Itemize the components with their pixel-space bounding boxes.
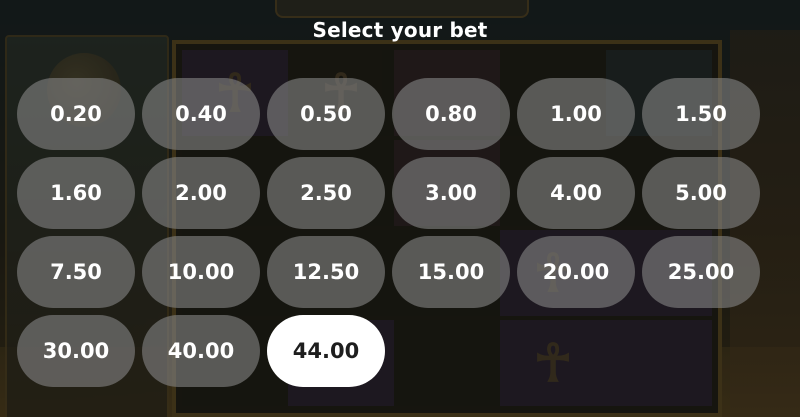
bet-option-button[interactable]: 4.00 bbox=[517, 157, 635, 229]
bet-option-button[interactable]: 44.00 bbox=[267, 315, 385, 387]
bet-option-button[interactable]: 5.00 bbox=[642, 157, 760, 229]
bet-option-button[interactable]: 1.60 bbox=[17, 157, 135, 229]
bet-option-button[interactable]: 12.50 bbox=[267, 236, 385, 308]
bet-option-button[interactable]: 0.40 bbox=[142, 78, 260, 150]
bet-option-button[interactable]: 30.00 bbox=[17, 315, 135, 387]
bet-selector-title: Select your bet bbox=[312, 18, 488, 42]
bet-option-button[interactable]: 10.00 bbox=[142, 236, 260, 308]
bet-option-button[interactable]: 1.00 bbox=[517, 78, 635, 150]
bet-option-button[interactable]: 40.00 bbox=[142, 315, 260, 387]
bet-option-button[interactable]: 0.50 bbox=[267, 78, 385, 150]
bet-option-button[interactable]: 0.20 bbox=[17, 78, 135, 150]
bet-options-grid: 0.20 0.40 0.50 0.80 1.00 1.50 1.60 2.00 2.50 3.00… bbox=[17, 78, 783, 387]
bet-option-button[interactable]: 15.00 bbox=[392, 236, 510, 308]
bet-option-button[interactable]: 1.50 bbox=[642, 78, 760, 150]
bet-option-button[interactable]: 7.50 bbox=[17, 236, 135, 308]
bet-option-button[interactable]: 20.00 bbox=[517, 236, 635, 308]
bet-option-button[interactable]: 2.00 bbox=[142, 157, 260, 229]
bet-option-button[interactable]: 3.00 bbox=[392, 157, 510, 229]
bet-option-button[interactable]: 25.00 bbox=[642, 236, 760, 308]
game-stage: ☥ ☥ ☥ ☥ ☥ Select your bet 0.200.400.500.… bbox=[0, 0, 800, 417]
bet-option-button[interactable]: 0.80 bbox=[392, 78, 510, 150]
bet-option-button[interactable]: 2.50 bbox=[267, 157, 385, 229]
